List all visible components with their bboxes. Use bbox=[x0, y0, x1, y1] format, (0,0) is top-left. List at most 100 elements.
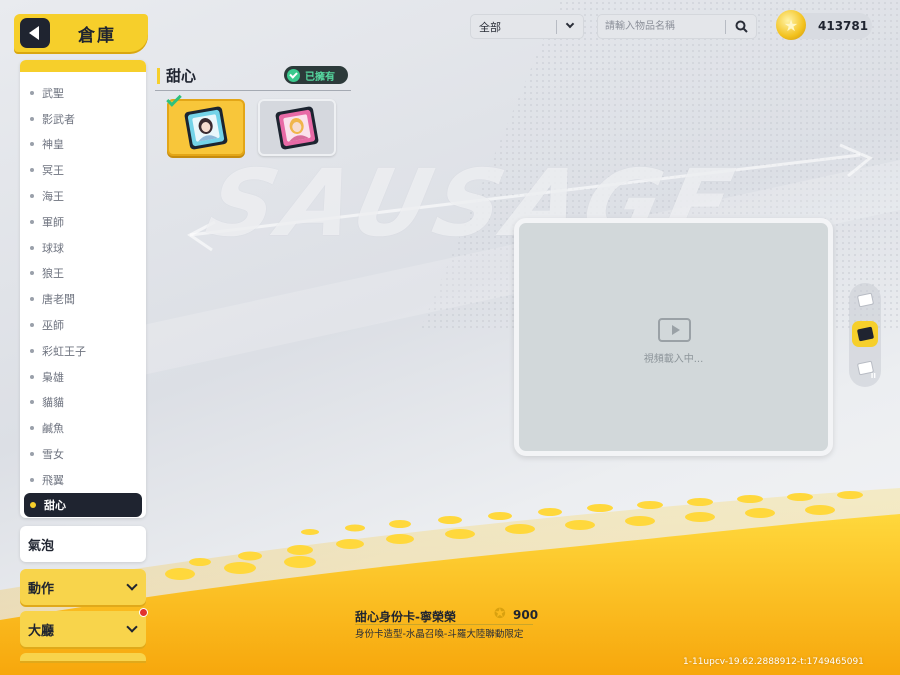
sidebar-item[interactable]: 彩虹王子 bbox=[20, 338, 146, 364]
detail-divider bbox=[355, 624, 533, 625]
sidebar-item[interactable]: 軍師 bbox=[20, 209, 146, 235]
sidebar-item[interactable]: 球球 bbox=[20, 235, 146, 261]
select-divider bbox=[556, 20, 557, 34]
sidebar-item[interactable]: 影武者 bbox=[20, 106, 146, 132]
sidebar-item-label: 飛翼 bbox=[42, 473, 64, 487]
bullet-icon bbox=[30, 426, 34, 431]
sidebar-item-label: 鹹魚 bbox=[42, 422, 64, 436]
sidebar-item-label: 冥王 bbox=[42, 164, 64, 178]
sidebar-item[interactable]: 甜心 bbox=[24, 492, 142, 517]
sidebar-item-label: 巫師 bbox=[42, 319, 64, 333]
video-preview-panel[interactable]: 視頻載入中... bbox=[514, 218, 833, 456]
currency-display: ★ 413781 bbox=[776, 10, 872, 40]
search-button[interactable] bbox=[726, 15, 756, 38]
category-next-button[interactable] bbox=[20, 653, 146, 661]
sidebar-item-label: 神皇 bbox=[42, 138, 64, 152]
category-action-button[interactable]: 動作 bbox=[20, 569, 146, 605]
sidebar-item-label: 甜心 bbox=[44, 498, 66, 512]
owned-label: 已擁有 bbox=[305, 71, 335, 83]
sidebar-item[interactable]: 冥王 bbox=[20, 157, 146, 183]
section-title: 甜心 bbox=[166, 67, 197, 85]
bullet-icon bbox=[30, 271, 34, 276]
bullet-icon bbox=[30, 400, 34, 405]
star-coin-icon: ★ bbox=[776, 10, 806, 40]
sidebar-item[interactable]: 神皇 bbox=[20, 132, 146, 158]
category-lobby-label: 大廳 bbox=[28, 623, 55, 639]
owned-badge: 已擁有 bbox=[284, 66, 348, 84]
sidebar-item-label: 球球 bbox=[42, 241, 64, 255]
search-input[interactable] bbox=[598, 15, 724, 38]
category-action-label: 動作 bbox=[28, 581, 55, 597]
bullet-icon bbox=[30, 116, 34, 121]
bullet-icon bbox=[30, 501, 36, 508]
search-box bbox=[597, 14, 757, 39]
sidebar-item-label: 軍師 bbox=[42, 215, 64, 229]
side-tab-2-label: II bbox=[870, 372, 876, 380]
sidebar-item-label: 狼王 bbox=[42, 267, 64, 281]
bullet-icon bbox=[30, 348, 34, 353]
sidebar-item-label: 梟雄 bbox=[42, 370, 64, 384]
item-description: 身份卡造型-水晶召喚-斗羅大陸聯動限定 bbox=[355, 629, 524, 640]
sidebar-item-label: 武聖 bbox=[42, 86, 64, 100]
sidebar-item-label: 唐老闆 bbox=[42, 293, 75, 307]
search-icon bbox=[735, 20, 748, 33]
filter-selected-value: 全部 bbox=[479, 20, 501, 34]
category-bubble-label: 氣泡 bbox=[28, 538, 55, 554]
sidebar-item[interactable]: 飛翼 bbox=[20, 467, 146, 493]
item-price: 900 bbox=[513, 608, 539, 622]
chevron-down-icon bbox=[126, 579, 138, 591]
star-coin-icon: ✪ bbox=[494, 606, 506, 622]
back-arrow-icon bbox=[29, 26, 39, 40]
video-loading-text: 視頻載入中... bbox=[643, 354, 704, 365]
bullet-icon bbox=[30, 374, 34, 379]
side-tab-1[interactable]: I bbox=[852, 321, 878, 347]
filter-select[interactable]: 全部 bbox=[470, 14, 584, 39]
side-tab-2[interactable]: II bbox=[852, 355, 878, 381]
item-card[interactable] bbox=[258, 99, 336, 156]
side-tab-all[interactable] bbox=[852, 287, 878, 313]
sidebar-item[interactable]: 狼王 bbox=[20, 261, 146, 287]
bullet-icon bbox=[30, 245, 34, 250]
side-tab-group: I II bbox=[849, 283, 881, 387]
chevron-down-icon bbox=[565, 19, 575, 29]
bullet-icon bbox=[30, 90, 34, 95]
bullet-icon bbox=[30, 142, 34, 147]
chevron-down-icon bbox=[126, 621, 138, 633]
sidebar-header-strip bbox=[20, 60, 146, 72]
notification-dot bbox=[139, 608, 148, 617]
sidebar-item[interactable]: 海王 bbox=[20, 183, 146, 209]
identity-card-cyan-icon bbox=[184, 106, 228, 149]
sidebar-item-label: 彩虹王子 bbox=[42, 344, 86, 358]
sidebar-item-label: 海王 bbox=[42, 190, 64, 204]
side-tab-1-label: I bbox=[873, 338, 876, 346]
identity-card-pink-icon bbox=[275, 106, 319, 149]
section-divider bbox=[155, 90, 351, 91]
card-icon bbox=[856, 292, 874, 308]
bullet-icon bbox=[30, 477, 34, 482]
bullet-icon bbox=[30, 219, 34, 224]
category-bubble-button[interactable]: 氣泡 bbox=[20, 526, 146, 562]
version-text: 1-11upcv-19.62.2888912-t:1749465091 bbox=[683, 657, 864, 667]
sidebar-item[interactable]: 雪女 bbox=[20, 441, 146, 467]
sidebar-item[interactable]: 貓貓 bbox=[20, 390, 146, 416]
sidebar-item-label: 影武者 bbox=[42, 112, 75, 126]
category-lobby-button[interactable]: 大廳 bbox=[20, 608, 148, 647]
sidebar-item[interactable]: 武聖 bbox=[20, 80, 146, 106]
bullet-icon bbox=[30, 297, 34, 302]
page-title-bar: 倉庫 bbox=[14, 14, 148, 52]
sidebar-item[interactable]: 巫師 bbox=[20, 312, 146, 338]
section-accent-bar bbox=[157, 68, 160, 84]
sidebar-item[interactable]: 梟雄 bbox=[20, 364, 146, 390]
sidebar-item[interactable]: 唐老闆 bbox=[20, 286, 146, 312]
item-card-selected[interactable] bbox=[166, 91, 245, 156]
sidebar-item[interactable]: 鹹魚 bbox=[20, 415, 146, 441]
owned-check-icon bbox=[166, 91, 182, 107]
currency-amount: 413781 bbox=[818, 19, 869, 33]
bullet-icon bbox=[30, 323, 34, 328]
bullet-icon bbox=[30, 168, 34, 173]
back-button[interactable] bbox=[20, 18, 50, 48]
bullet-icon bbox=[30, 452, 34, 457]
sidebar-item-label: 雪女 bbox=[42, 448, 64, 462]
sidebar-item-label: 貓貓 bbox=[42, 396, 64, 410]
page-title: 倉庫 bbox=[78, 25, 116, 46]
